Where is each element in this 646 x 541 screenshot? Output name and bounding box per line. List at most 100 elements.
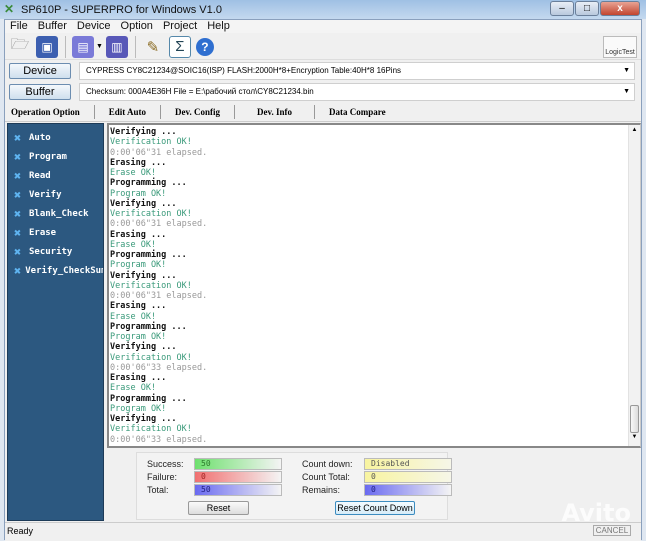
chevron-down-icon[interactable]: ▼ <box>623 63 630 79</box>
buffer-select[interactable]: Checksum: 000A4E36H File = E:\рабочий ст… <box>79 83 635 101</box>
log-output[interactable]: Verifying ... Verification OK! 0:00'06"31 … <box>107 123 641 448</box>
log-line: Programming ... <box>110 250 187 260</box>
sidebar-item-security[interactable]: ✖ Security <box>8 242 103 261</box>
log-line: Verifying ... <box>110 198 177 209</box>
scroll-up-icon[interactable]: ▲ <box>629 127 640 137</box>
log-line: Programming ... <box>110 393 187 404</box>
log-line: Programming ... <box>110 321 187 332</box>
edit-auto-icon[interactable]: ✎ <box>142 36 164 58</box>
log-line: Verifying ... <box>110 270 177 281</box>
log-line: Programming ... <box>110 178 187 189</box>
minimize-button[interactable]: – <box>550 1 574 16</box>
menu-help[interactable]: Help <box>202 20 235 33</box>
log-line: Erase OK! <box>110 383 157 394</box>
sidebar-item-read[interactable]: ✖ Read <box>8 166 103 185</box>
log-line: Erasing ... <box>110 301 167 312</box>
log-line: Verification OK! <box>110 424 192 435</box>
remains-value: 0 <box>364 484 452 496</box>
sidebar-item-blank-check[interactable]: ✖ Blank_Check <box>8 204 103 223</box>
operation-icon: ✖ <box>14 206 22 221</box>
counter-panel: Success: 50 Failure: 0 Total: 50 Reset Coun… <box>136 452 452 520</box>
buffer-value: Checksum: 000A4E36H File = E:\рабочий ст… <box>86 87 314 96</box>
log-line: Verification OK! <box>110 352 192 363</box>
menu-bar: File Buffer Device Option Project Help <box>5 20 641 33</box>
status-text: Ready <box>7 526 34 536</box>
log-line: Erasing ... <box>110 373 167 383</box>
countdown-value: Disabled <box>364 458 452 470</box>
sidebar-item-program[interactable]: ✖ Program <box>8 147 103 166</box>
save-chip-icon[interactable]: ▥ <box>105 35 128 58</box>
log-line: Verification OK! <box>110 137 192 148</box>
log-line: Program OK! <box>110 260 167 271</box>
app-logo-icon: ✕ <box>4 2 15 16</box>
save-icon[interactable]: ▣ <box>36 35 58 58</box>
toolbar: 🗁 ▣ ▤ ▼ ▥ ✎ Σ ? LogicTest <box>5 34 641 60</box>
sidebar-item-erase[interactable]: ✖ Erase <box>8 223 103 242</box>
log-line: Verifying ... <box>110 342 177 353</box>
log-lines: Verifying ... Verification OK! 0:00'06"31 … <box>110 127 640 445</box>
load-chip-icon[interactable]: ▤ <box>72 35 94 58</box>
sidebar-item-auto[interactable]: ✖ Auto <box>8 128 103 147</box>
menu-buffer[interactable]: Buffer <box>33 20 72 33</box>
log-line: Program OK! <box>110 332 167 342</box>
log-line: Erase OK! <box>110 168 157 178</box>
tab-dev-info[interactable]: Dev. Info <box>235 104 316 119</box>
main-window: File Buffer Device Option Project Help 🗁… <box>4 19 642 541</box>
reset-button[interactable]: Reset <box>188 501 249 515</box>
log-line: Erase OK! <box>110 311 157 322</box>
log-line: 0:00'06"33 elapsed. <box>110 434 208 445</box>
log-line: Erasing ... <box>110 157 167 168</box>
total-count: 50 <box>194 484 282 496</box>
cancel-button[interactable]: CANCEL <box>593 525 631 536</box>
status-bar: Ready <box>5 522 641 541</box>
device-value: CYPRESS CY8C21234@SOIC16(ISP) FLASH:2000… <box>86 66 402 75</box>
log-line: 0:00'06"31 elapsed. <box>110 219 208 230</box>
log-line: Erase OK! <box>110 239 157 250</box>
log-line: Verifying ... <box>110 127 177 137</box>
logic-test-button[interactable]: LogicTest <box>603 36 637 58</box>
log-line: Erasing ... <box>110 229 167 240</box>
help-icon[interactable]: ? <box>195 37 214 56</box>
device-select[interactable]: CYPRESS CY8C21234@SOIC16(ISP) FLASH:2000… <box>79 62 635 80</box>
operation-icon: ✖ <box>14 244 22 259</box>
buffer-button[interactable]: Buffer <box>9 84 71 100</box>
log-line: 0:00'06"33 elapsed. <box>110 362 208 373</box>
scroll-down-icon[interactable]: ▼ <box>629 434 640 444</box>
tab-edit-auto[interactable]: Edit Auto <box>95 104 162 119</box>
countdown-counters: Count down: Disabled Count Total: 0 Remain… <box>302 458 452 497</box>
open-icon[interactable]: 🗁 <box>9 36 31 58</box>
result-counters: Success: 50 Failure: 0 Total: 50 <box>147 458 282 497</box>
tab-dev-config[interactable]: Dev. Config <box>161 104 236 119</box>
operation-sidebar: ✖ Auto ✖ Program ✖ Read ✖ Verify ✖ Blank_Chec… <box>7 123 104 521</box>
dropdown-icon[interactable]: ▼ <box>96 43 103 50</box>
tab-bar: Operation Option Edit Auto Dev. Config D… <box>5 102 641 122</box>
operation-icon: ✖ <box>14 225 22 240</box>
log-line: 0:00'06"31 elapsed. <box>110 147 208 158</box>
tab-data-compare[interactable]: Data Compare <box>315 105 400 119</box>
device-button[interactable]: Device <box>9 63 71 79</box>
scroll-thumb[interactable] <box>630 405 639 433</box>
checksum-icon[interactable]: Σ <box>168 35 191 58</box>
sidebar-item-verify-checksum[interactable]: ✖ Verify_CheckSum <box>8 261 103 280</box>
operation-icon: ✖ <box>14 168 22 183</box>
chevron-down-icon[interactable]: ▼ <box>623 84 630 100</box>
log-line: Verification OK! <box>110 280 192 291</box>
log-line: Verifying ... <box>110 414 177 424</box>
tab-operation-option[interactable]: Operation Option <box>5 104 95 119</box>
log-line: Program OK! <box>110 188 167 199</box>
device-row: Device CYPRESS CY8C21234@SOIC16(ISP) FLA… <box>9 62 635 80</box>
log-line: Verification OK! <box>110 209 192 219</box>
close-button[interactable]: x <box>600 1 640 16</box>
sidebar-item-verify[interactable]: ✖ Verify <box>8 185 103 204</box>
failure-count: 0 <box>194 471 282 483</box>
log-line: Program OK! <box>110 403 167 414</box>
buffer-row: Buffer Checksum: 000A4E36H File = E:\раб… <box>9 83 635 101</box>
menu-option[interactable]: Option <box>116 20 158 33</box>
menu-project[interactable]: Project <box>158 20 202 33</box>
vertical-scrollbar[interactable]: ▲ ▼ <box>628 125 640 446</box>
menu-file[interactable]: File <box>5 20 33 33</box>
operation-icon: ✖ <box>14 187 22 202</box>
reset-count-down-button[interactable]: Reset Count Down <box>335 501 415 515</box>
menu-device[interactable]: Device <box>72 20 116 33</box>
maximize-button[interactable]: □ <box>575 1 599 16</box>
